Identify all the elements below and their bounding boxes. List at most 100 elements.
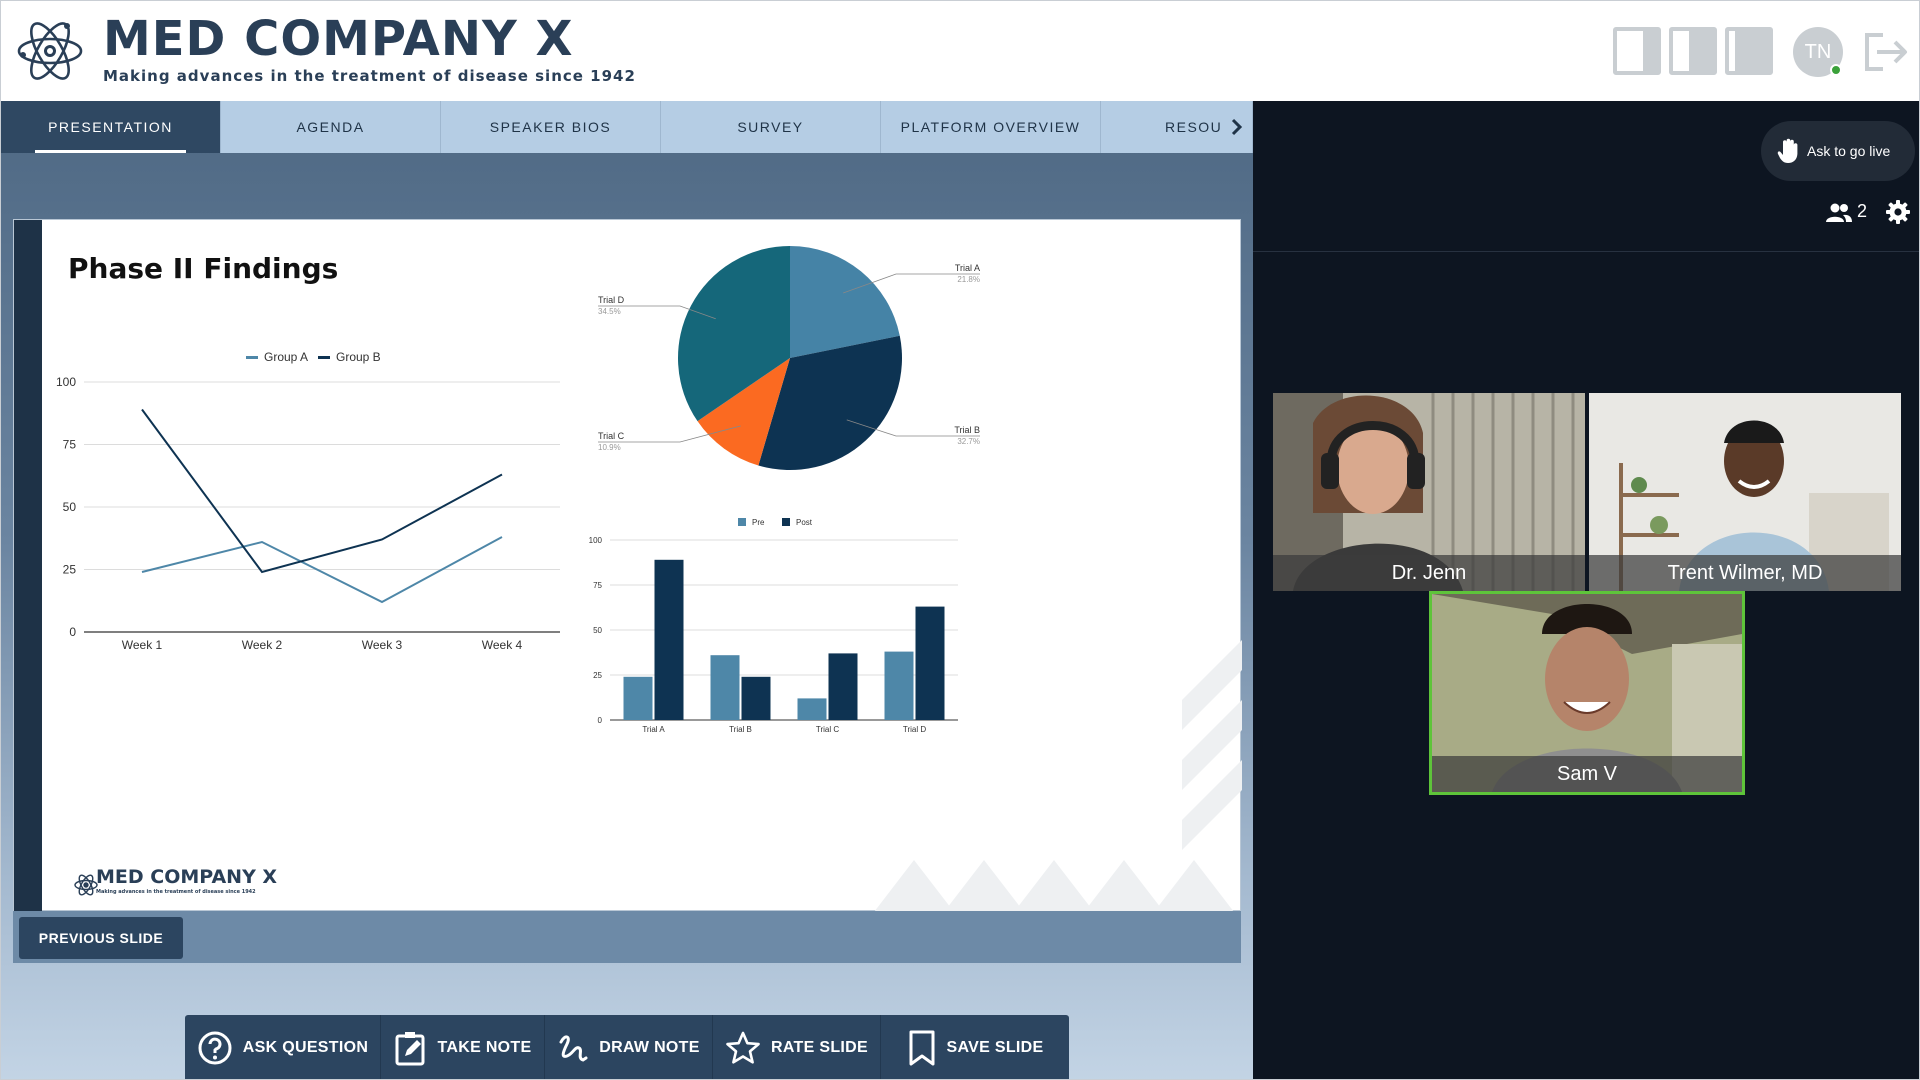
raise-hand-icon: [1777, 138, 1798, 163]
y-tick-label: 100: [56, 375, 76, 389]
y-tick-label: 25: [593, 671, 602, 680]
x-tick-label: Trial A: [642, 725, 665, 734]
legend-swatch: [738, 518, 746, 526]
y-tick-label: 75: [63, 438, 77, 452]
exit-icon[interactable]: [1861, 27, 1911, 77]
x-tick-label: Trial D: [903, 725, 926, 734]
bar-post-trial-b: [741, 676, 771, 720]
tab-presentation[interactable]: PRESENTATION: [1, 101, 221, 153]
atom-icon: [17, 22, 83, 80]
video-tile[interactable]: Trent Wilmer, MD: [1589, 393, 1901, 591]
legend-label: Group B: [336, 350, 381, 364]
online-status-dot: [1830, 64, 1842, 76]
participant-count: 2: [1857, 201, 1868, 221]
video-tile[interactable]: Dr. Jenn: [1273, 393, 1585, 591]
ask-to-go-live-button[interactable]: Ask to go live: [1761, 121, 1915, 181]
action-label: TAKE NOTE: [437, 1039, 532, 1056]
y-tick-label: 100: [589, 536, 603, 545]
tab-platform-overview[interactable]: PLATFORM OVERVIEW: [881, 101, 1101, 153]
bar-post-trial-a: [654, 559, 684, 720]
chevron-right-icon[interactable]: [1223, 113, 1251, 141]
tab-agenda[interactable]: AGENDA: [221, 101, 441, 153]
y-tick-label: 50: [63, 500, 77, 514]
tab-label: RESOU: [1165, 119, 1223, 135]
line-chart: 0 25 50 75 100 Week 1 Week 2 Week 3 Week 4 Group …: [56, 350, 560, 652]
pie-chart: Trial A 21.8% Trial B 32.7% Trial C 10.9% Tria…: [598, 246, 980, 470]
legend-label: Post: [796, 518, 813, 527]
legend-swatch: [318, 356, 330, 359]
y-tick-label: 50: [593, 626, 602, 635]
slide-logo-tagline: Making advances in the treatment of dise…: [96, 889, 256, 895]
tab-label: SURVEY: [737, 119, 804, 135]
layout-split-icon[interactable]: [1669, 27, 1717, 75]
bookmark-icon: [909, 1030, 935, 1066]
slide: 0 25 50 75 100 Week 1 Week 2 Week 3 Week 4 Group …: [13, 219, 1242, 912]
save-slide-button[interactable]: SAVE SLIDE: [881, 1015, 1069, 1079]
draw-squiggle-icon: [559, 1035, 588, 1062]
video-tile-active-speaker[interactable]: Sam V: [1429, 591, 1745, 795]
bar-post-trial-c: [828, 653, 858, 720]
slide-logo-icon: [74, 874, 98, 896]
y-tick-label: 25: [63, 563, 77, 577]
question-circle-icon: [198, 1031, 232, 1065]
legend-label: Group A: [264, 350, 308, 364]
x-tick-label: Trial B: [729, 725, 752, 734]
tab-label: PRESENTATION: [48, 119, 173, 135]
x-tick-label: Week 3: [362, 638, 403, 652]
bar-pre-trial-d: [884, 651, 914, 720]
action-bar: ASK QUESTION TAKE NOTE DRAW NOTE RATE SL…: [185, 1015, 1069, 1079]
rate-slide-button[interactable]: RATE SLIDE: [713, 1015, 881, 1079]
presentation-stage: PRESENTATION AGENDA SPEAKER BIOS SURVEY …: [1, 101, 1253, 1079]
pie-label: Trial B: [954, 425, 980, 435]
pie-label: Trial C: [598, 431, 625, 441]
bar-pre-trial-a: [623, 676, 653, 720]
y-tick-label: 0: [69, 625, 76, 639]
slide-title: Phase II Findings: [68, 252, 339, 285]
slide-controls: PREVIOUS SLIDE: [13, 911, 1241, 963]
action-label: DRAW NOTE: [599, 1039, 700, 1056]
bar-chart: 0 25 50 75 100 Trial A Trial B Trial C Trial D Pr…: [589, 518, 958, 734]
action-label: SAVE SLIDE: [946, 1039, 1044, 1056]
tab-bar: PRESENTATION AGENDA SPEAKER BIOS SURVEY …: [1, 101, 1253, 153]
ask-question-button[interactable]: ASK QUESTION: [185, 1015, 381, 1079]
pie-percent-label: 21.8%: [957, 275, 980, 284]
layout-left-panel-icon[interactable]: [1613, 27, 1661, 75]
pie-percent-label: 34.5%: [598, 307, 621, 316]
action-label: ASK QUESTION: [242, 1039, 369, 1056]
pie-percent-label: 32.7%: [957, 437, 980, 446]
x-tick-label: Week 1: [122, 638, 163, 652]
take-note-button[interactable]: TAKE NOTE: [381, 1015, 545, 1079]
draw-note-button[interactable]: DRAW NOTE: [545, 1015, 713, 1079]
top-header: MED COMPANY X Making advances in the tre…: [1, 1, 1919, 101]
brand-title: MED COMPANY X: [103, 11, 574, 67]
go-live-label: Ask to go live: [1807, 143, 1891, 159]
tab-survey[interactable]: SURVEY: [661, 101, 881, 153]
participants-icon[interactable]: [1825, 203, 1853, 223]
slide-logo-text: MED COMPANY X: [96, 866, 278, 888]
legend-swatch: [246, 356, 258, 359]
x-tick-label: Week 2: [242, 638, 283, 652]
participant-name: Dr. Jenn: [1273, 555, 1585, 591]
x-tick-label: Week 4: [482, 638, 523, 652]
gear-icon[interactable]: [1885, 199, 1911, 225]
y-tick-label: 0: [598, 716, 603, 725]
y-tick-label: 75: [593, 581, 602, 590]
pie-label: Trial A: [955, 263, 980, 273]
star-icon: [726, 1031, 760, 1064]
bar-post-trial-d: [915, 606, 945, 720]
bar-pre-trial-b: [710, 655, 740, 720]
line-series-group-b: [141, 408, 503, 574]
layout-right-panel-icon[interactable]: [1725, 27, 1773, 75]
previous-slide-button[interactable]: PREVIOUS SLIDE: [19, 917, 183, 959]
slide-charts: 0 25 50 75 100 Week 1 Week 2 Week 3 Week 4 Group …: [56, 246, 1242, 912]
tab-label: PLATFORM OVERVIEW: [900, 119, 1081, 135]
pie-percent-label: 10.9%: [598, 443, 621, 452]
bar-pre-trial-c: [797, 698, 827, 720]
video-panel: Ask to go live 2 Dr. Jenn Trent Wilmer, …: [1253, 101, 1919, 1079]
pie-label: Trial D: [598, 295, 625, 305]
app-window: MED COMPANY X Making advances in the tre…: [0, 0, 1920, 1080]
tab-label: SPEAKER BIOS: [489, 119, 612, 135]
participant-name: Trent Wilmer, MD: [1589, 555, 1901, 591]
action-label: RATE SLIDE: [771, 1039, 868, 1056]
tab-speaker-bios[interactable]: SPEAKER BIOS: [441, 101, 661, 153]
